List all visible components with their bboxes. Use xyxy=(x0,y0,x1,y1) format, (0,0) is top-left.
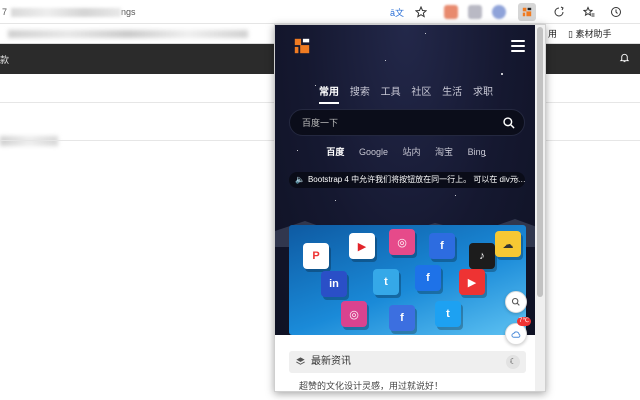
translate-icon[interactable]: ā文 xyxy=(388,3,406,21)
file-icon: ▯ xyxy=(568,29,573,39)
instagram-cube: ◎ xyxy=(389,229,415,255)
popup-scrollbar[interactable] xyxy=(535,25,545,391)
extension-icon[interactable] xyxy=(492,5,506,19)
address-bar[interactable]: 7 ngs xyxy=(0,0,136,24)
bell-icon[interactable] xyxy=(619,52,630,66)
facebook-cube: f xyxy=(429,233,455,259)
notice-text: Bootstrap 4 中允许我们将按钮放在同一行上。 可以在 div元… xyxy=(307,175,525,184)
extension-popup: 常用 搜索 工具 社区 生活 求职 百度 Google 站内 淘宝 Bing 🔈… xyxy=(274,24,546,392)
facebook-cube: f xyxy=(389,305,415,331)
twitter-cube: t xyxy=(373,269,399,295)
linkedin-cube: in xyxy=(321,271,347,297)
tab-gongju[interactable]: 工具 xyxy=(381,83,401,102)
site-extension-icon[interactable] xyxy=(518,3,536,21)
news-title: 最新资讯 xyxy=(311,356,351,367)
site-logo[interactable] xyxy=(293,37,311,55)
star xyxy=(385,60,386,61)
favorites-icon[interactable] xyxy=(580,3,598,21)
tab-sousuo[interactable]: 搜索 xyxy=(350,83,370,102)
bookmark-label: 素材助手 xyxy=(575,29,612,39)
search-input[interactable] xyxy=(302,116,492,130)
close-icon[interactable]: × xyxy=(514,172,519,188)
search-icon[interactable] xyxy=(502,116,516,130)
url-blurred xyxy=(11,8,122,18)
scrollbar-thumb[interactable] xyxy=(537,27,543,297)
pinterest-cube: P xyxy=(303,243,329,269)
weather-temp-badge: 7℃ xyxy=(517,317,532,326)
cloud-cube: ☁ xyxy=(495,231,521,257)
engine-taobao[interactable]: 淘宝 xyxy=(435,145,453,158)
search-box xyxy=(289,109,525,136)
engine-baidu[interactable]: 百度 xyxy=(326,145,344,158)
tab-changyong[interactable]: 常用 xyxy=(319,83,340,104)
star xyxy=(455,195,456,196)
engine-bing[interactable]: Bing xyxy=(468,147,486,157)
star xyxy=(501,73,503,75)
news-list-item[interactable]: 超赞的文化设计灵感，用过就说好！ xyxy=(299,379,519,391)
blurred-text xyxy=(0,136,58,146)
tab-shequ[interactable]: 社区 xyxy=(411,83,431,102)
search-zoom-button[interactable] xyxy=(505,291,527,313)
tiktok-cube: ♪ xyxy=(469,243,495,269)
hamburger-menu-icon[interactable] xyxy=(511,40,525,52)
bookmark-sucai[interactable]: ▯ 素材助手 xyxy=(568,27,611,41)
bookmark-item[interactable]: 用 xyxy=(548,27,557,41)
news-header[interactable]: 最新资讯 ☾ xyxy=(289,351,526,373)
history-icon[interactable] xyxy=(607,3,625,21)
url-prefix: 7 xyxy=(2,7,8,17)
url-suffix: ngs xyxy=(121,7,136,17)
instagram-cube: ◎ xyxy=(341,301,367,327)
youtube-cube: ▶ xyxy=(459,269,485,295)
twitter-cube: t xyxy=(435,301,461,327)
tab-qiuzhi[interactable]: 求职 xyxy=(473,83,493,102)
sync-icon[interactable] xyxy=(550,3,568,21)
favorite-star-icon[interactable] xyxy=(412,3,430,21)
layers-icon xyxy=(296,357,305,365)
browser-toolbar: 7 ngs ā文 xyxy=(0,0,640,24)
bookmarks-blurred xyxy=(8,30,248,38)
youtube-cube: ▶ xyxy=(349,233,375,259)
tab-shenghuo[interactable]: 生活 xyxy=(442,83,462,102)
extension-icon[interactable] xyxy=(444,5,458,19)
dark-mode-toggle-icon[interactable]: ☾ xyxy=(506,355,520,369)
engine-google[interactable]: Google xyxy=(359,147,388,157)
star xyxy=(425,33,426,34)
extension-icon[interactable] xyxy=(468,5,482,19)
search-engines: 百度 Google 站内 淘宝 Bing xyxy=(275,145,537,158)
category-tabs: 常用 搜索 工具 社区 生活 求职 xyxy=(275,83,537,104)
site-nav-text[interactable]: 款 xyxy=(0,53,9,66)
notice-bar[interactable]: 🔈 Bootstrap 4 中允许我们将按钮放在同一行上。 可以在 div元… × xyxy=(289,172,525,188)
engine-site[interactable]: 站内 xyxy=(403,145,421,158)
weather-button[interactable] xyxy=(505,323,527,345)
speaker-icon: 🔈 xyxy=(295,175,305,184)
facebook-cube: f xyxy=(415,265,441,291)
star xyxy=(335,200,336,201)
banner-image[interactable]: P ▶ ◎ f ♪ ☁ in t f ▶ ◎ f t xyxy=(289,225,526,335)
